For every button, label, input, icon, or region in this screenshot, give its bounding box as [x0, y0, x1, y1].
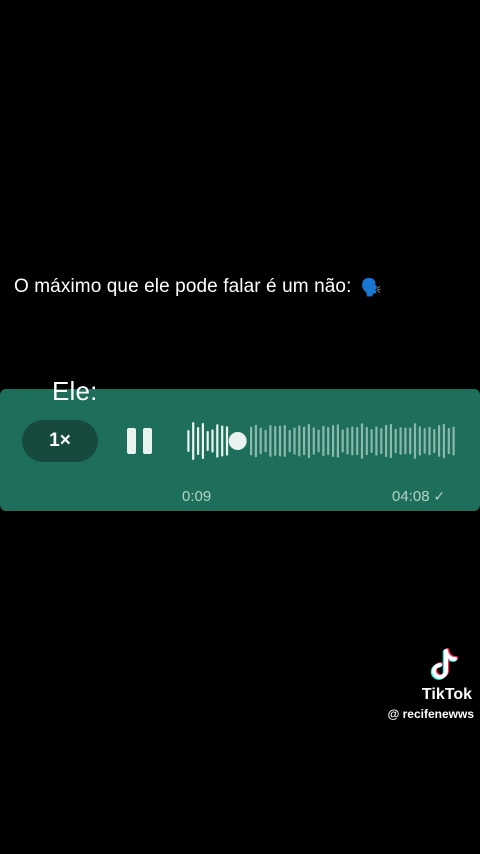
audio-waveform[interactable]: [186, 418, 456, 464]
tiktok-brand: TikTok: [421, 686, 472, 703]
pause-button[interactable]: [126, 428, 156, 454]
waveform-bar: [259, 427, 262, 455]
waveform-bar: [288, 429, 291, 453]
pause-icon: [127, 428, 136, 454]
waveform-bar: [433, 429, 436, 454]
waveform-bar: [206, 431, 209, 451]
waveform-bar: [447, 427, 450, 455]
waveform-bar: [283, 425, 286, 457]
check-icon: ✓: [433, 488, 446, 504]
elapsed-time: 0:09: [182, 488, 212, 505]
waveform-bar: [346, 427, 349, 455]
waveform-bar: [327, 427, 330, 456]
waveform-bar: [385, 424, 388, 458]
playhead-handle[interactable]: [228, 432, 247, 450]
voice-message-label: Ele:: [52, 376, 98, 406]
playback-speed-button[interactable]: 1×: [22, 420, 98, 462]
waveform-bar: [399, 427, 402, 455]
waveform-bar: [351, 426, 354, 456]
waveform-bar: [201, 423, 204, 459]
waveform-bar: [409, 427, 412, 455]
video-frame: O máximo que ele pode falar é um não: 🗣️…: [0, 0, 480, 854]
waveform-bar: [356, 427, 359, 456]
waveform-bar: [341, 429, 344, 453]
waveform-bar: [211, 429, 214, 453]
waveform-bar: [365, 426, 368, 456]
waveform-bar: [250, 426, 253, 456]
waveform-bar: [428, 426, 431, 456]
waveform-bar: [216, 424, 219, 458]
waveform-bar: [298, 425, 301, 457]
waveform-bar: [269, 425, 272, 457]
waveform-bar: [413, 423, 417, 459]
waveform-bar: [442, 423, 445, 459]
duration-text: 04:08: [392, 488, 430, 505]
tiktok-handle: @ recifenewws: [387, 707, 474, 721]
waveform-bar: [197, 427, 200, 455]
waveform-bar: [278, 425, 282, 457]
waveform-bar: [360, 423, 364, 459]
waveform-bar: [221, 425, 224, 457]
message-duration: 04:08 ✓: [392, 488, 445, 505]
waveform-bar: [375, 426, 378, 456]
speaking-head-icon: 🗣️: [360, 278, 383, 297]
waveform-bar: [452, 426, 455, 456]
waveform-bar: [394, 428, 397, 454]
waveform-bar: [322, 425, 325, 457]
waveform-bar: [423, 428, 426, 454]
waveform-bar: [370, 429, 373, 453]
waveform-bar: [225, 426, 229, 456]
waveform-bar: [380, 428, 383, 455]
tiktok-icon: [430, 648, 459, 680]
waveform-bar: [312, 427, 315, 455]
playback-speed-label: 1×: [49, 430, 71, 451]
caption-text: O máximo que ele pode falar é um não:: [14, 276, 352, 297]
waveform-bar: [264, 429, 267, 453]
waveform-bar: [293, 427, 296, 455]
waveform-bar: [187, 430, 190, 452]
waveform-bar: [303, 426, 306, 456]
waveform-bar: [307, 423, 310, 459]
waveform-bar: [192, 422, 195, 460]
waveform-bar: [274, 426, 277, 456]
waveform-bar: [317, 429, 320, 453]
caption: O máximo que ele pode falar é um não: 🗣️: [14, 276, 470, 298]
waveform-bar: [254, 424, 257, 458]
waveform-bar: [389, 423, 392, 459]
waveform-bar: [404, 427, 407, 455]
waveform-bar: [438, 425, 441, 457]
waveform-bar: [332, 425, 335, 457]
pause-icon-bar: [143, 428, 152, 454]
waveform-bar: [336, 424, 339, 458]
waveform-bar: [418, 426, 421, 456]
